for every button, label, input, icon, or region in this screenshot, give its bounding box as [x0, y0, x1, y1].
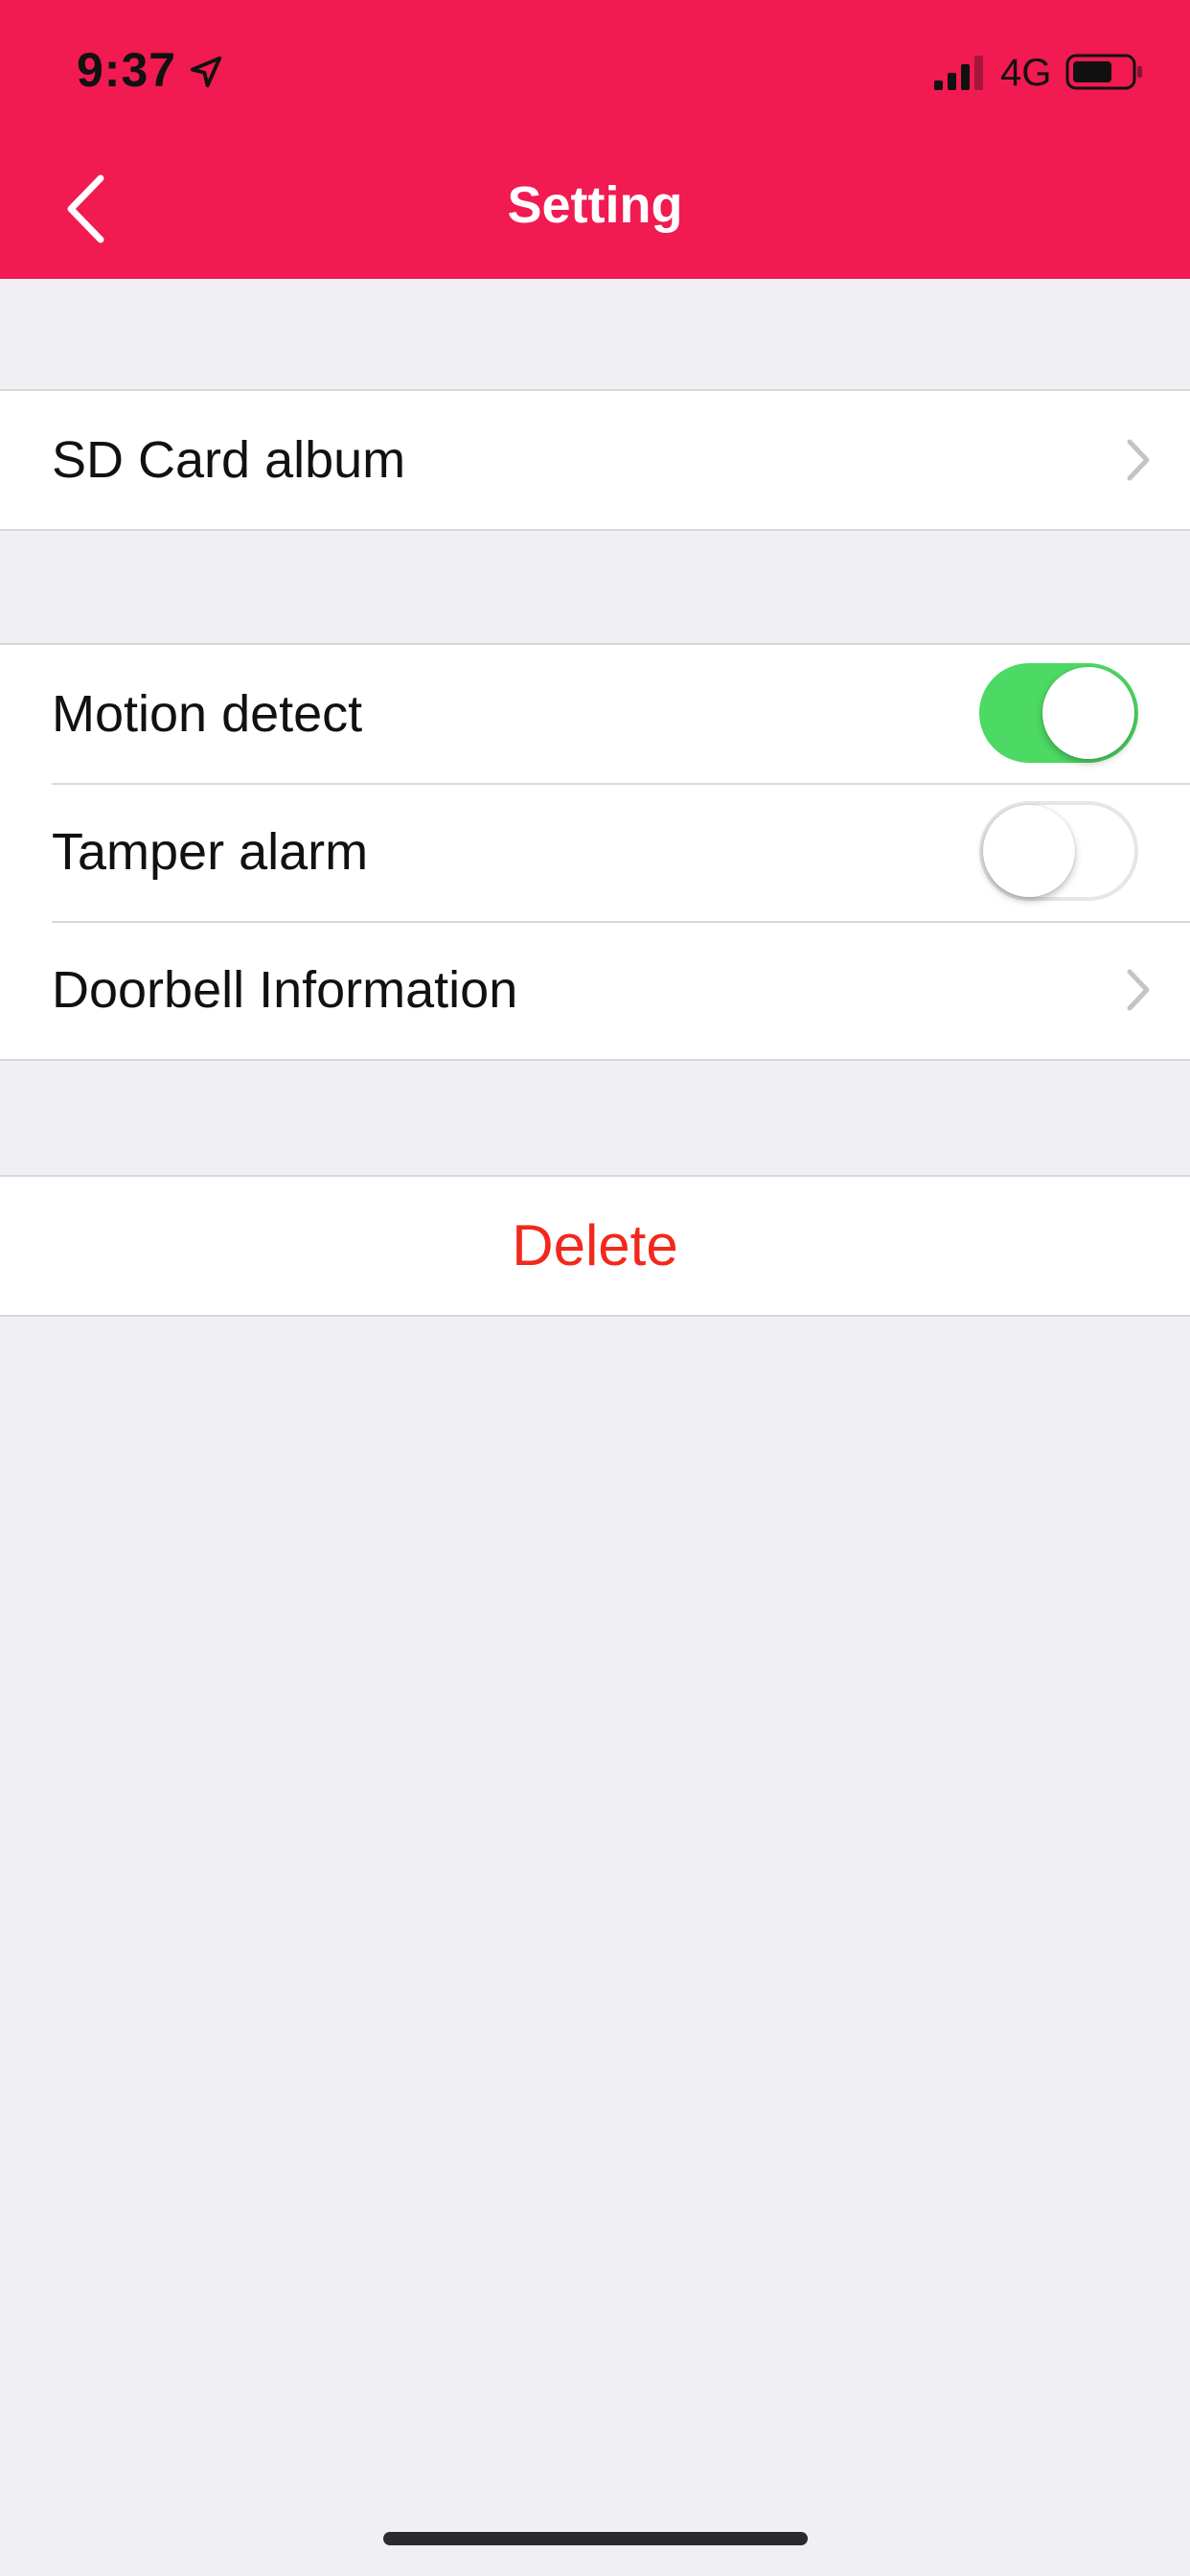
status-time: 9:37: [77, 43, 177, 97]
toggle-knob: [983, 805, 1075, 897]
delete-button[interactable]: Delete: [0, 1177, 1190, 1315]
chevron-right-icon: [1127, 969, 1150, 1011]
cellular-signal-icon: [934, 56, 983, 90]
doorbell-information-row[interactable]: Doorbell Information: [0, 921, 1190, 1059]
danger-section: Delete: [0, 1175, 1190, 1317]
delete-label: Delete: [512, 1213, 678, 1277]
page-title: Setting: [507, 176, 683, 234]
motion-detect-toggle[interactable]: [979, 663, 1138, 763]
device-section: Motion detect Tamper alarm Doorbell Info…: [0, 643, 1190, 1061]
motion-detect-row: Motion detect: [0, 645, 1190, 783]
network-type-label: 4G: [1000, 52, 1052, 94]
toggle-knob: [1042, 667, 1134, 759]
navigation-header: 9:37 4G Setting: [0, 0, 1190, 279]
tamper-alarm-toggle[interactable]: [979, 801, 1138, 901]
motion-detect-label: Motion detect: [52, 685, 363, 743]
sd-card-album-label: SD Card album: [52, 431, 406, 489]
battery-icon: [1065, 54, 1142, 90]
home-indicator[interactable]: [383, 2532, 808, 2545]
tamper-alarm-row: Tamper alarm: [0, 783, 1190, 921]
storage-section: SD Card album: [0, 389, 1190, 531]
chevron-right-icon: [1127, 439, 1150, 481]
sd-card-album-row[interactable]: SD Card album: [0, 391, 1190, 529]
tamper-alarm-label: Tamper alarm: [52, 823, 369, 881]
doorbell-information-label: Doorbell Information: [52, 961, 518, 1019]
location-arrow-icon: [190, 56, 222, 88]
